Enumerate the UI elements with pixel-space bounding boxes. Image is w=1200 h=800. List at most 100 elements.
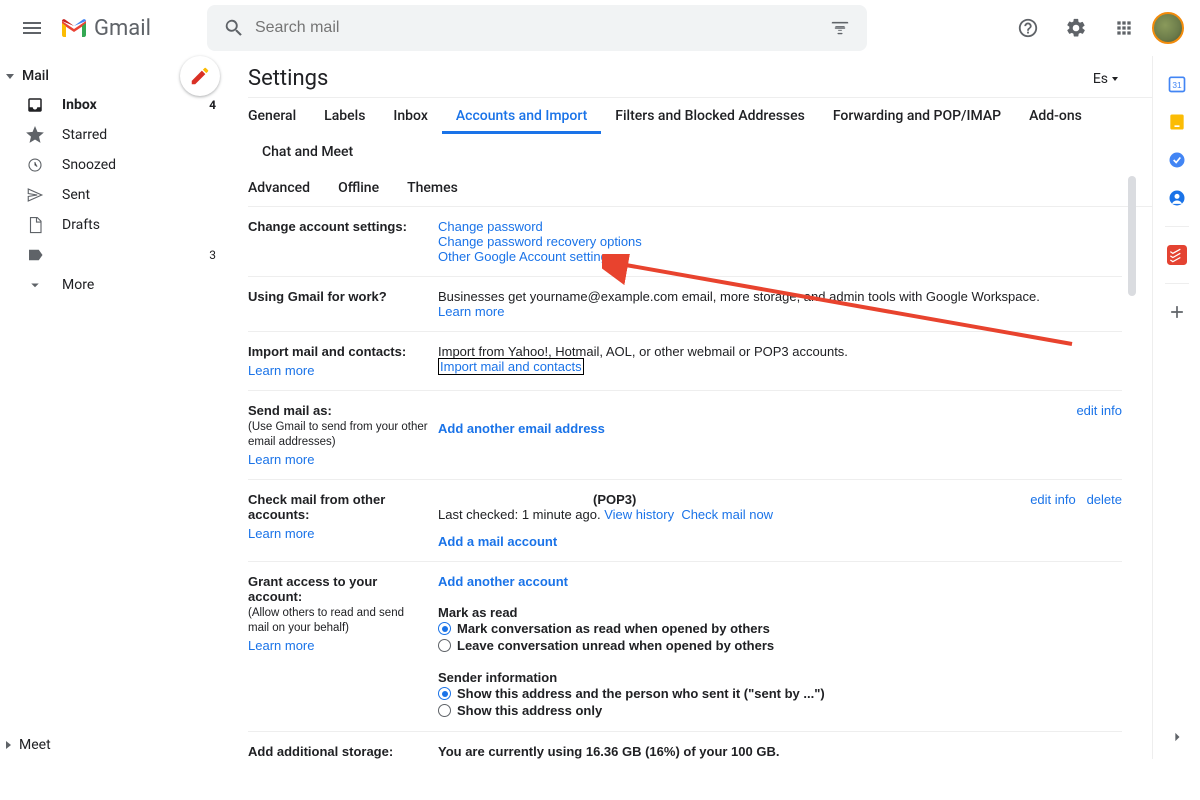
gmail-icon: [60, 17, 88, 39]
import-text: Import from Yahoo!, Hotmail, AOL, or oth…: [438, 344, 1122, 359]
import-mail-contacts-link[interactable]: Import mail and contacts: [438, 358, 584, 375]
label-count: 3: [209, 248, 216, 262]
settings-tabs: General Labels Inbox Accounts and Import…: [248, 97, 1152, 207]
compose-button[interactable]: [180, 56, 220, 96]
section-gmail-work: Using Gmail for work? Businesses get you…: [248, 277, 1122, 332]
section-send-mail-as: Send mail as: (Use Gmail to send from yo…: [248, 391, 1122, 480]
tab-themes[interactable]: Themes: [393, 170, 472, 206]
section-change-account: Change account settings: Change password…: [248, 207, 1122, 277]
settings-icon[interactable]: [1056, 8, 1096, 48]
section-label: Check mail from other accounts:: [248, 492, 385, 522]
todoist-icon[interactable]: [1167, 245, 1187, 265]
search-bar[interactable]: [207, 5, 867, 51]
add-another-email-link[interactable]: Add another email address: [438, 421, 605, 436]
account-avatar[interactable]: [1152, 12, 1184, 44]
check-mail-now-link[interactable]: Check mail now: [681, 507, 773, 522]
tab-forwarding[interactable]: Forwarding and POP/IMAP: [819, 98, 1015, 134]
tab-accounts-import[interactable]: Accounts and Import: [442, 98, 601, 134]
tab-advanced[interactable]: Advanced: [248, 170, 324, 206]
svg-text:31: 31: [1172, 80, 1182, 90]
sidebar-item-sent[interactable]: Sent: [0, 180, 232, 210]
tab-filters[interactable]: Filters and Blocked Addresses: [601, 98, 819, 134]
section-label: Using Gmail for work?: [248, 289, 387, 304]
radio-icon: [438, 639, 451, 652]
header: Gmail: [0, 0, 1200, 56]
change-password-link[interactable]: Change password: [438, 219, 543, 234]
main-menu-icon[interactable]: [8, 4, 56, 52]
contacts-icon[interactable]: [1167, 188, 1187, 208]
pencil-icon: [189, 65, 211, 87]
scrollbar[interactable]: [1128, 176, 1136, 596]
section-sublabel: (Use Gmail to send from your other email…: [248, 421, 428, 448]
collapse-panel-icon[interactable]: [1167, 727, 1187, 751]
radio-icon: [438, 704, 451, 717]
sidebar-item-starred[interactable]: Starred: [0, 120, 232, 150]
sidebar-item-label: Inbox: [62, 97, 97, 113]
sendas-edit-info-link[interactable]: edit info: [1076, 403, 1122, 418]
tab-general[interactable]: General: [248, 98, 310, 134]
section-label: Change account settings:: [248, 219, 407, 234]
calendar-icon[interactable]: 31: [1167, 74, 1187, 94]
tab-labels[interactable]: Labels: [310, 98, 379, 134]
change-recovery-link[interactable]: Change password recovery options: [438, 234, 642, 249]
radio-icon: [438, 622, 451, 635]
sidebar-item-more[interactable]: More: [0, 270, 232, 300]
sidebar-item-label: Snoozed: [62, 157, 116, 173]
sender-info-header: Sender information: [438, 670, 557, 685]
main-content: Settings Es General Labels Inbox Account…: [232, 56, 1152, 759]
tasks-icon[interactable]: [1167, 150, 1187, 170]
pop3-label: (POP3): [593, 492, 636, 507]
section-check-mail: Check mail from other accounts: Learn mo…: [248, 480, 1122, 562]
gmail-logo[interactable]: Gmail: [56, 16, 159, 41]
section-label: Grant access to your account:: [248, 574, 377, 604]
tab-inbox[interactable]: Inbox: [379, 98, 441, 134]
sendas-learn-more-link[interactable]: Learn more: [248, 452, 314, 467]
radio-mark-read[interactable]: Mark conversation as read when opened by…: [438, 620, 1122, 637]
apps-icon[interactable]: [1104, 8, 1144, 48]
section-import: Import mail and contacts: Learn more Imp…: [248, 332, 1122, 391]
work-text: Businesses get yourname@example.com emai…: [438, 289, 1122, 304]
other-settings-link[interactable]: Other Google Account settings: [438, 249, 614, 264]
section-label: Import mail and contacts:: [248, 344, 406, 359]
add-another-account-link[interactable]: Add another account: [438, 574, 568, 589]
radio-icon: [438, 687, 451, 700]
search-input[interactable]: [253, 18, 821, 38]
tab-chat-meet[interactable]: Chat and Meet: [248, 134, 367, 170]
view-history-link[interactable]: View history: [604, 507, 674, 522]
section-label: Add additional storage:: [248, 744, 393, 759]
check-learn-more-link[interactable]: Learn more: [248, 526, 314, 541]
sidebar-item-label: Drafts: [62, 217, 100, 233]
app-name: Gmail: [94, 16, 151, 41]
mark-read-header: Mark as read: [438, 605, 518, 620]
section-label: Send mail as:: [248, 403, 332, 418]
tab-offline[interactable]: Offline: [324, 170, 393, 206]
sidebar-item-drafts[interactable]: Drafts: [0, 210, 232, 240]
radio-show-address-only[interactable]: Show this address only: [438, 702, 1122, 719]
last-checked-text: Last checked: 1 minute ago.: [438, 507, 601, 522]
search-icon[interactable]: [215, 17, 253, 39]
side-panel: 31: [1152, 56, 1200, 759]
import-learn-more-link[interactable]: Learn more: [248, 363, 314, 378]
check-edit-info-link[interactable]: edit info: [1030, 492, 1076, 507]
sidebar-section-meet[interactable]: Meet: [6, 737, 51, 753]
sidebar-item-label: Starred: [62, 127, 107, 143]
sidebar-item-label-custom[interactable]: 3: [0, 240, 232, 270]
radio-show-sentby[interactable]: Show this address and the person who sen…: [438, 685, 1122, 702]
inbox-count: 4: [209, 98, 216, 112]
settings-content: Change account settings: Change password…: [248, 207, 1152, 800]
section-sublabel: (Allow others to read and send mail on y…: [248, 607, 404, 634]
language-selector[interactable]: Es: [1093, 71, 1118, 87]
radio-leave-unread[interactable]: Leave conversation unread when opened by…: [438, 637, 1122, 654]
add-addon-icon[interactable]: [1167, 302, 1187, 322]
check-delete-link[interactable]: delete: [1087, 492, 1122, 507]
search-options-icon[interactable]: [821, 17, 859, 39]
add-mail-account-link[interactable]: Add a mail account: [438, 534, 557, 549]
support-icon[interactable]: [1008, 8, 1048, 48]
work-learn-more-link[interactable]: Learn more: [438, 304, 504, 319]
keep-icon[interactable]: [1167, 112, 1187, 132]
tab-addons[interactable]: Add-ons: [1015, 98, 1096, 134]
sidebar-item-snoozed[interactable]: Snoozed: [0, 150, 232, 180]
section-grant-access: Grant access to your account: (Allow oth…: [248, 562, 1122, 732]
sidebar-item-label: Sent: [62, 187, 90, 203]
grant-learn-more-link[interactable]: Learn more: [248, 638, 314, 653]
